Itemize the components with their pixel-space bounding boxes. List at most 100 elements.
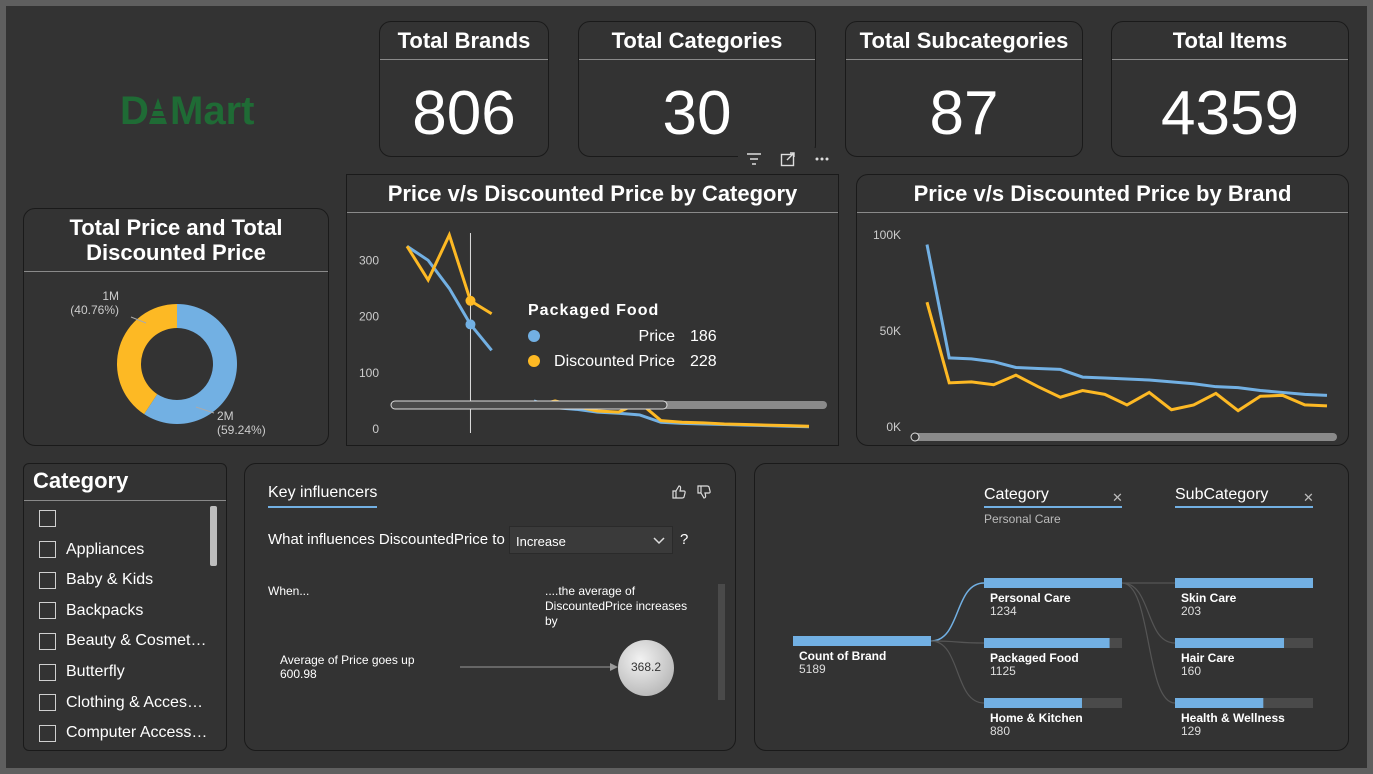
help-icon[interactable]: ? [680, 531, 688, 548]
slice-label-large-value: 2M [217, 409, 234, 423]
kpi-title: Total Brands [397, 28, 531, 53]
donut-title-line-1: Total Price and Total [69, 215, 283, 240]
subcategory-node-bar[interactable] [1175, 638, 1285, 648]
kpi-total-categories: Total Categories 30 [578, 21, 816, 157]
y-tick-label: 300 [359, 253, 379, 267]
slicer-item-label: Baby & Kids [66, 571, 154, 589]
more-options-icon[interactable] [814, 151, 830, 167]
thumbs-down-icon[interactable] [696, 484, 712, 505]
tooltip-title: Packaged Food [528, 302, 659, 319]
slicer-item[interactable]: Computer Access… [39, 724, 207, 742]
chart-title: Price v/s Discounted Price by Category [387, 181, 798, 206]
donut-panel: Total Price and Total Discounted Price 1… [23, 208, 329, 446]
slicer-checkbox[interactable] [39, 663, 56, 681]
decomposition-tree-panel: Category ✕ Personal Care SubCategory ✕ C… [754, 463, 1349, 751]
root-node-bar[interactable] [793, 636, 931, 646]
hover-point-0 [465, 319, 476, 330]
subcategory-node-label: Hair Care [1181, 651, 1235, 665]
y-tick-label: 100 [359, 366, 379, 380]
influencer-scrollbar[interactable] [718, 584, 725, 700]
influence-bubble[interactable]: 368.2 [618, 640, 674, 696]
slicer-checkbox[interactable] [39, 510, 56, 527]
kpi-total-items: Total Items 4359 [1111, 21, 1349, 157]
tooltip-marker [528, 355, 540, 367]
slicer-item[interactable]: Clothing & Acces… [39, 694, 203, 712]
x-scrollbar-thumb[interactable] [910, 432, 920, 442]
dmart-logo: D Mart [118, 84, 278, 133]
root-node-value: 5189 [799, 662, 826, 676]
kpi-title: Total Categories [611, 28, 783, 53]
chart-tooltip: Packaged Food Price 186 Discounted Price 228 [517, 291, 747, 387]
category-slicer: Category Appliances Baby & Kids Backpacks B… [23, 463, 227, 751]
tooltip-marker [528, 330, 540, 342]
kpi-value: 806 [412, 79, 516, 148]
subcategory-node-label: Health & Wellness [1181, 711, 1285, 725]
result-label: ....the average of DiscountedPrice incre… [545, 584, 688, 628]
subcategory-node-bar[interactable] [1175, 698, 1264, 708]
slicer-scrollbar[interactable] [210, 506, 217, 566]
influence-dropdown[interactable]: Increase [509, 526, 673, 554]
y-tick-label: 50K [880, 324, 901, 338]
category-node-bar[interactable] [984, 698, 1082, 708]
y-tick-label: 0K [886, 420, 901, 434]
tooltip-value: 186 [690, 328, 717, 345]
slicer-checkbox[interactable] [39, 602, 56, 620]
category-node-bar[interactable] [984, 638, 1110, 648]
series-line-1[interactable] [925, 301, 1328, 413]
slicer-item-label: Clothing & Acces… [66, 693, 203, 711]
chart-title: Price v/s Discounted Price by Brand [913, 181, 1292, 206]
category-line-chart-panel: Price v/s Discounted Price by Category P… [346, 174, 839, 446]
y-tick-label: 0 [372, 422, 379, 436]
hover-point-1 [465, 295, 476, 306]
category-node-label: Home & Kitchen [990, 711, 1083, 725]
y-tick-label: 200 [359, 310, 379, 324]
dropdown-value: Increase [516, 534, 566, 549]
donut-chart[interactable]: 1M (40.76%) 2M (59.24%) [24, 275, 328, 445]
donut-slice-1[interactable] [116, 304, 177, 415]
tooltip-value: 228 [690, 353, 717, 370]
slicer-checkbox[interactable] [39, 571, 56, 589]
thumbs-up-icon[interactable] [671, 484, 687, 505]
slicer-item-label: Appliances [66, 540, 145, 558]
slicer-item[interactable]: Appliances [39, 541, 144, 559]
subcategory-node-value: 203 [1181, 604, 1201, 618]
series-line-0[interactable] [925, 244, 1328, 397]
kpi-value: 30 [662, 79, 732, 148]
slicer-item[interactable] [39, 510, 66, 527]
slice-label-small-pct: (40.76%) [70, 303, 119, 317]
x-scrollbar-thumb[interactable] [390, 400, 668, 410]
slicer-item[interactable]: Butterfly [39, 663, 125, 681]
category-node-bar[interactable] [984, 578, 1122, 588]
root-node-label: Count of Brand [799, 649, 886, 663]
kpi-total-subcategories: Total Subcategories 87 [845, 21, 1083, 157]
subcategory-node-bar[interactable] [1175, 578, 1313, 588]
decomposition-tree[interactable]: Count of Brand5189 Personal Care1234 Packa… [755, 464, 1348, 750]
slicer-item[interactable]: Beauty & Cosmet… [39, 632, 207, 650]
factor-label[interactable]: Average of Price goes up 600.98 [280, 653, 415, 681]
slicer-item-label: Backpacks [66, 601, 144, 619]
influencer-question: What influences DiscountedPrice to [268, 531, 505, 548]
kpi-title: Total Items [1172, 28, 1288, 53]
y-tick-label: 100K [873, 228, 901, 242]
slicer-checkbox[interactable] [39, 724, 56, 742]
slicer-checkbox[interactable] [39, 541, 56, 559]
focus-mode-icon[interactable] [780, 151, 796, 167]
chevron-down-icon [652, 533, 666, 552]
subcategory-node-value: 160 [1181, 664, 1201, 678]
kpi-value: 4359 [1161, 79, 1299, 148]
filter-icon[interactable] [746, 151, 762, 167]
slicer-item[interactable]: Backpacks [39, 602, 143, 620]
report-canvas: D Mart Total Brands 806 Total Categories… [6, 6, 1367, 768]
donut-title-line-2: Discounted Price [86, 240, 266, 265]
slicer-item-label: Computer Access… [66, 724, 208, 742]
slicer-checkbox[interactable] [39, 632, 56, 650]
visual-header [738, 148, 838, 170]
brand-line-chart[interactable]: 0K 50K 100K [857, 215, 1348, 445]
svg-text:Mart: Mart [170, 89, 254, 132]
x-scrollbar-track[interactable] [911, 433, 1337, 441]
tab-key-influencers[interactable]: Key influencers [268, 484, 378, 508]
category-line-chart[interactable]: Packaged Food Price 186 Discounted Price 228… [347, 215, 838, 445]
influence-arrow [460, 663, 618, 671]
slicer-item[interactable]: Baby & Kids [39, 571, 153, 589]
slicer-checkbox[interactable] [39, 694, 56, 712]
